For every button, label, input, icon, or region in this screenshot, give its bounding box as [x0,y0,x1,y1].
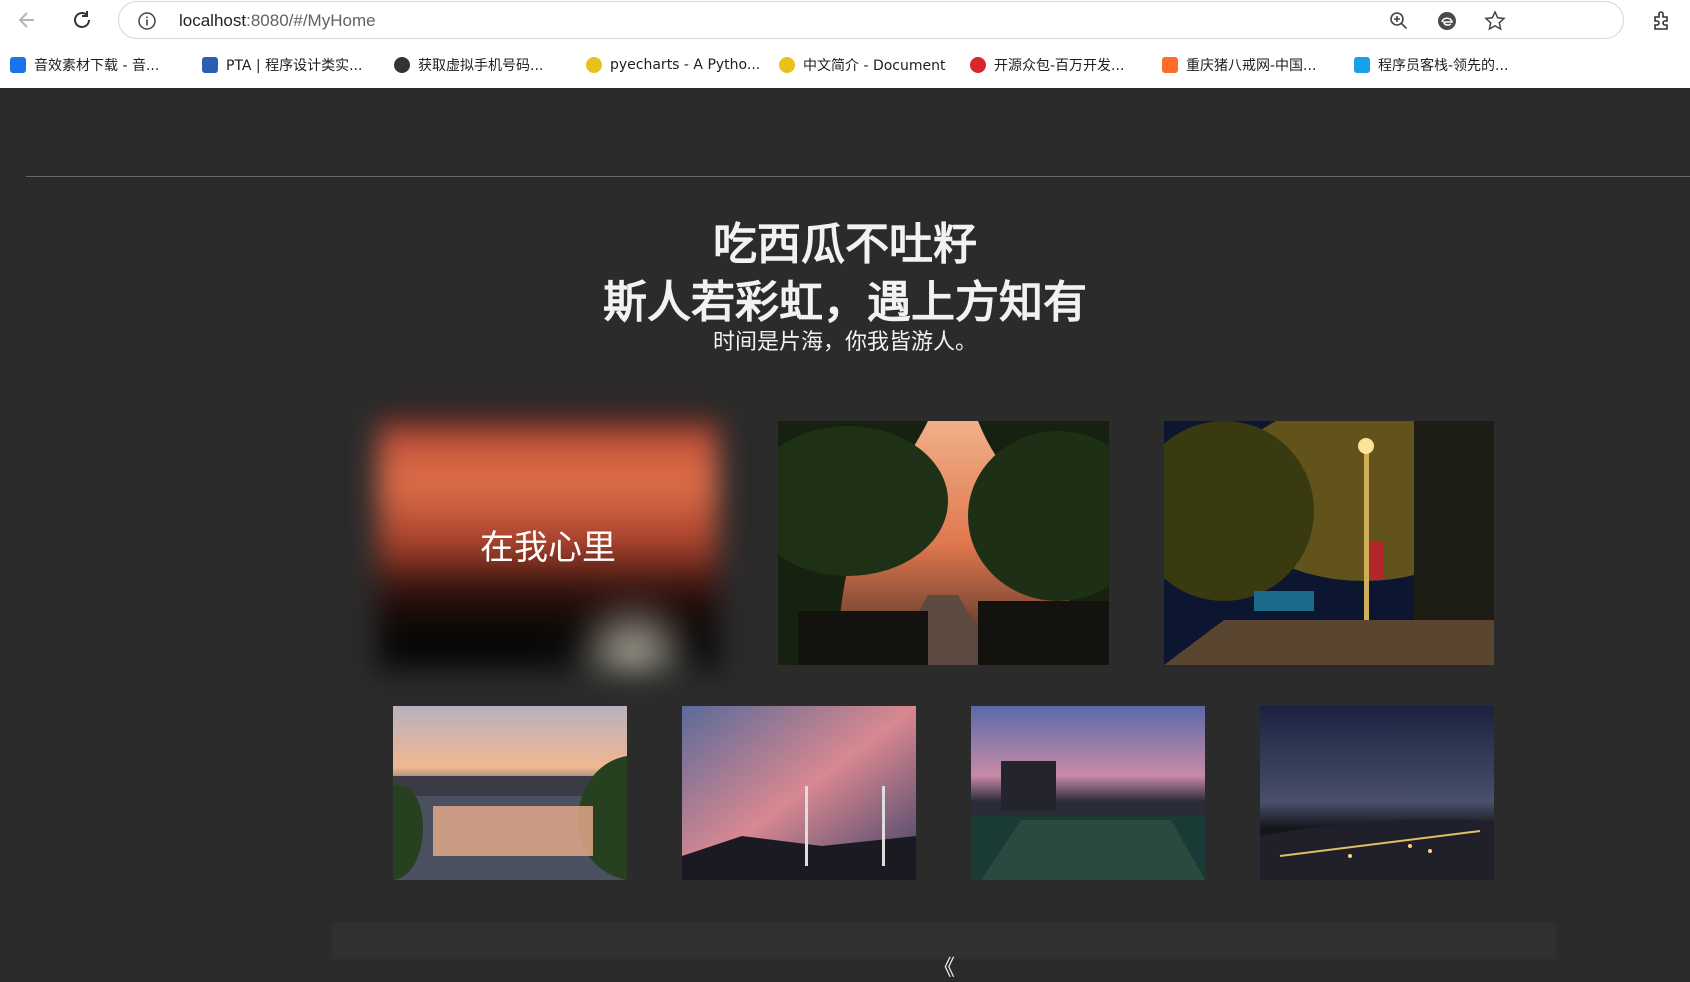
star-icon[interactable] [1483,9,1507,33]
bookmark-favicon-icon [394,57,410,73]
bookmark-favicon-icon [1354,57,1370,73]
url-path: :8080/#/MyHome [246,11,376,30]
bookmark-item[interactable]: 中文简介 - Document [779,54,945,76]
bookmark-item[interactable]: 音效素材下载 - 音... [10,54,159,76]
photo-river-dusk[interactable] [393,706,627,880]
back-arrow-icon[interactable] [13,6,41,34]
extensions-icon[interactable] [1648,6,1676,34]
footer-text: 《 [932,956,955,981]
hero-subtitle: 时间是片海，你我皆游人。 [712,330,977,355]
bookmark-favicon-icon [1162,57,1178,73]
browser-chrome: localhost:8080/#/MyHome 音效素材下载 - 音... PT… [0,0,1690,88]
reload-icon[interactable] [68,6,96,34]
bookmark-item[interactable]: PTA | 程序设计类实... [202,54,362,76]
url-host: localhost [179,11,247,30]
bookmarks-bar: 音效素材下载 - 音... PTA | 程序设计类实... 获取虚拟手机号码..… [0,48,1690,82]
header-divider [26,176,1690,177]
bookmark-item[interactable]: 程序员客栈-领先的... [1354,54,1508,76]
edge-icon[interactable] [1435,9,1459,33]
address-bar[interactable]: localhost:8080/#/MyHome [118,1,1624,39]
photo-street-sunset[interactable] [778,421,1109,665]
bookmark-favicon-icon [779,57,795,73]
photo-night-streetlamp[interactable] [1164,421,1494,665]
hero-title-line1: 吃西瓜不吐籽 [713,219,977,270]
bookmark-favicon-icon [970,57,986,73]
bookmark-item[interactable]: 开源众包-百万开发... [970,54,1124,76]
hero-title-line2: 斯人若彩虹，遇上方知有 [603,277,1087,328]
bookmark-item[interactable]: 重庆猪八戒网-中国... [1162,54,1316,76]
url-text[interactable]: localhost:8080/#/MyHome [179,11,376,31]
featured-photo-caption: 在我心里 [480,528,616,568]
bookmark-favicon-icon [10,57,26,73]
photo-city-night-aerial[interactable] [1260,706,1494,880]
photo-cloudy-sunset[interactable] [682,706,916,880]
bookmark-item[interactable]: 获取虚拟手机号码... [394,54,543,76]
info-icon[interactable] [135,9,159,33]
photo-sports-court-dusk[interactable] [971,706,1205,880]
bookmark-item[interactable]: pyecharts - A Pytho... [586,54,760,76]
bookmark-favicon-icon [202,57,218,73]
zoom-icon[interactable] [1387,9,1411,33]
bookmark-favicon-icon [586,57,602,73]
